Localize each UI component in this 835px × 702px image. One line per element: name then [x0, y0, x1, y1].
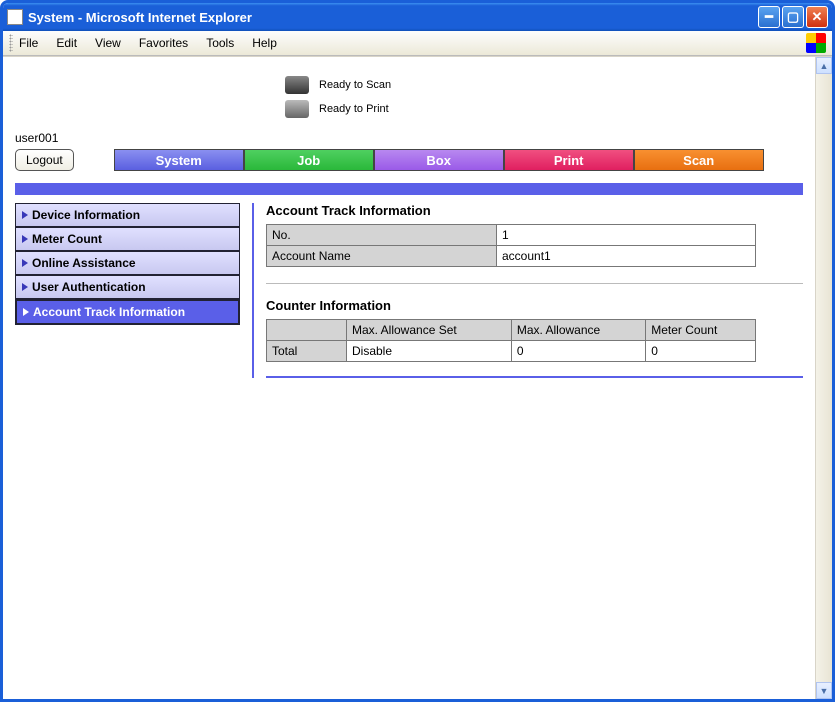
- ready-scan-label: Ready to Scan: [319, 79, 391, 91]
- menubar: File Edit View Favorites Tools Help: [3, 31, 832, 56]
- counter-row-total-allow: 0: [511, 341, 645, 362]
- sidebar-item-label: User Authentication: [32, 280, 146, 294]
- scroll-down-button[interactable]: ▼: [816, 682, 832, 699]
- maximize-button[interactable]: ▢: [782, 6, 804, 28]
- menu-tools[interactable]: Tools: [206, 36, 234, 50]
- titlebar: System - Microsoft Internet Explorer ━ ▢…: [3, 3, 832, 31]
- table-row: Total Disable 0 0: [267, 341, 756, 362]
- vertical-scrollbar[interactable]: ▲ ▼: [815, 57, 832, 699]
- menu-edit[interactable]: Edit: [56, 36, 77, 50]
- counter-info-table: Max. Allowance Set Max. Allowance Meter …: [266, 319, 756, 362]
- tab-scan[interactable]: Scan: [634, 149, 764, 171]
- sidebar-item-label: Device Information: [32, 208, 140, 222]
- minimize-button[interactable]: ━: [758, 6, 780, 28]
- divider: [266, 283, 803, 284]
- chevron-right-icon: [22, 283, 28, 291]
- user-label: user001: [15, 131, 803, 145]
- divider-bar: [15, 183, 803, 195]
- sidebar-item-device-information[interactable]: Device Information: [15, 203, 240, 227]
- menubar-grip-icon: [9, 34, 13, 52]
- counter-row-total-meter: 0: [646, 341, 756, 362]
- sidebar: Device Information Meter Count Online As…: [15, 203, 240, 378]
- menu-view[interactable]: View: [95, 36, 121, 50]
- printer-icon: [285, 100, 309, 118]
- tab-job[interactable]: Job: [244, 149, 374, 171]
- counter-col-allow-set: Max. Allowance Set: [347, 320, 512, 341]
- app-icon: [7, 9, 23, 25]
- tab-system[interactable]: System: [114, 149, 244, 171]
- account-name-value: account1: [497, 246, 756, 267]
- sidebar-item-meter-count[interactable]: Meter Count: [15, 227, 240, 251]
- table-row: No. 1: [267, 225, 756, 246]
- account-track-table: No. 1 Account Name account1: [266, 224, 756, 267]
- menu-file[interactable]: File: [19, 36, 38, 50]
- logout-button[interactable]: Logout: [15, 149, 74, 171]
- window-title: System - Microsoft Internet Explorer: [28, 10, 758, 25]
- scroll-track[interactable]: [816, 74, 832, 682]
- counter-col-meter: Meter Count: [646, 320, 756, 341]
- counter-info-heading: Counter Information: [266, 298, 803, 313]
- close-button[interactable]: ✕: [806, 6, 828, 28]
- chevron-right-icon: [23, 308, 29, 316]
- account-no-value: 1: [497, 225, 756, 246]
- counter-blank-header: [267, 320, 347, 341]
- table-row: Account Name account1: [267, 246, 756, 267]
- sidebar-item-label: Account Track Information: [33, 305, 185, 319]
- counter-row-total-allow-set: Disable: [347, 341, 512, 362]
- windows-flag-icon: [806, 33, 826, 53]
- sidebar-item-label: Online Assistance: [32, 256, 136, 270]
- account-track-heading: Account Track Information: [266, 203, 803, 218]
- divider-blue: [266, 376, 803, 378]
- sidebar-item-account-track-information[interactable]: Account Track Information: [15, 299, 240, 325]
- account-no-label: No.: [267, 225, 497, 246]
- scroll-up-button[interactable]: ▲: [816, 57, 832, 74]
- page-content: Ready to Scan Ready to Print user001 Log…: [3, 57, 815, 699]
- sidebar-item-online-assistance[interactable]: Online Assistance: [15, 251, 240, 275]
- menu-help[interactable]: Help: [252, 36, 277, 50]
- sidebar-item-label: Meter Count: [32, 232, 102, 246]
- sidebar-item-user-authentication[interactable]: User Authentication: [15, 275, 240, 299]
- tab-box[interactable]: Box: [374, 149, 504, 171]
- menu-favorites[interactable]: Favorites: [139, 36, 188, 50]
- counter-row-total-label: Total: [267, 341, 347, 362]
- chevron-right-icon: [22, 259, 28, 267]
- ready-print-label: Ready to Print: [319, 103, 389, 115]
- account-name-label: Account Name: [267, 246, 497, 267]
- chevron-right-icon: [22, 235, 28, 243]
- table-row: Max. Allowance Set Max. Allowance Meter …: [267, 320, 756, 341]
- counter-col-allow: Max. Allowance: [511, 320, 645, 341]
- chevron-right-icon: [22, 211, 28, 219]
- scanner-icon: [285, 76, 309, 94]
- tab-print[interactable]: Print: [504, 149, 634, 171]
